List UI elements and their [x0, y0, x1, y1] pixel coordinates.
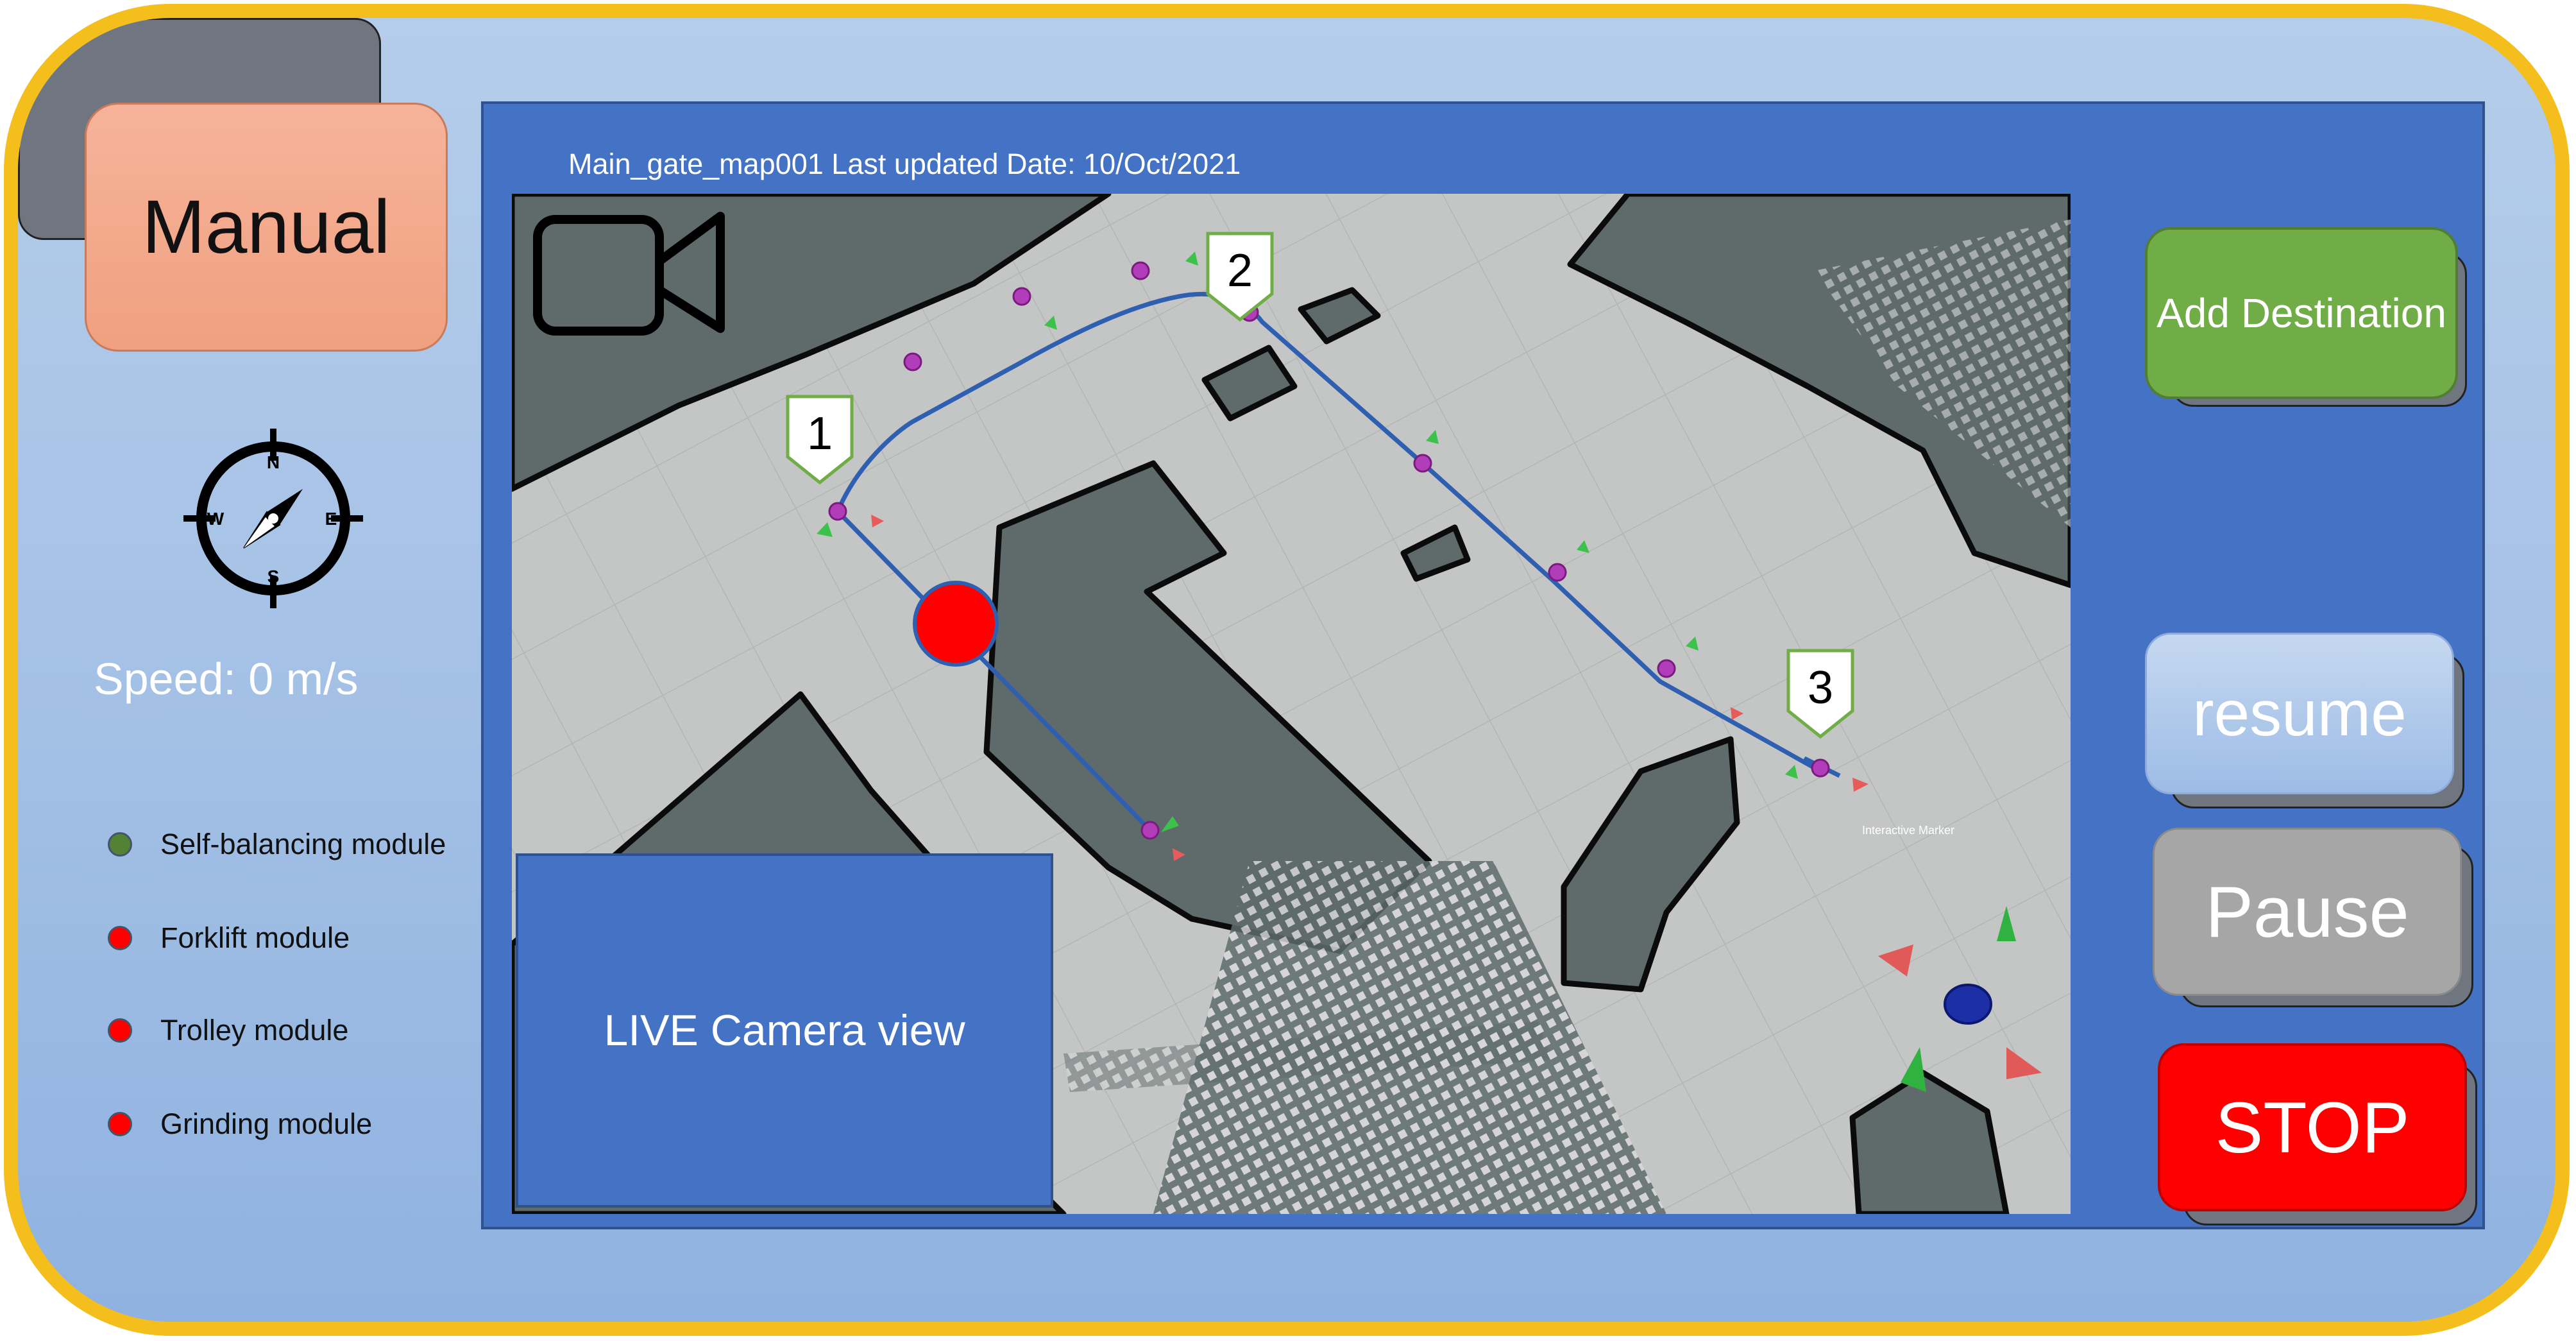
- manual-mode-button[interactable]: Manual: [85, 103, 448, 352]
- module-self-balancing: Self-balancing module: [108, 828, 446, 861]
- speed-readout: Speed: 0 m/s: [94, 654, 359, 704]
- module-label: Forklift module: [160, 921, 350, 954]
- robot-marker: [913, 581, 999, 667]
- status-dot: [108, 832, 132, 857]
- module-forklift: Forklift module: [108, 921, 350, 955]
- status-dot: [108, 926, 132, 950]
- map-title: Main_gate_map001 Last updated Date: 10/O…: [568, 148, 1241, 180]
- svg-text:1: 1: [807, 408, 833, 459]
- add-destination-button[interactable]: Add Destination: [2145, 227, 2458, 399]
- resume-button[interactable]: resume: [2145, 633, 2454, 794]
- compass-west: W: [207, 509, 225, 529]
- module-trolley: Trolley module: [108, 1014, 348, 1047]
- status-dot: [108, 1112, 132, 1136]
- svg-text:2: 2: [1227, 245, 1253, 296]
- pause-button[interactable]: Pause: [2153, 828, 2462, 996]
- module-label: Self-balancing module: [160, 828, 446, 860]
- app-frame: Manual N S E W Speed: 0 m/s Self-balanci…: [4, 4, 2570, 1336]
- module-grinding: Grinding module: [108, 1107, 372, 1141]
- compass-east: E: [325, 509, 337, 529]
- module-label: Grinding module: [160, 1107, 373, 1140]
- live-camera-view[interactable]: LIVE Camera view: [516, 853, 1053, 1208]
- status-dot: [108, 1018, 132, 1043]
- module-label: Trolley module: [160, 1014, 349, 1046]
- compass-north: N: [267, 452, 280, 472]
- compass-icon: N S E W: [183, 429, 363, 608]
- svg-text:3: 3: [1808, 662, 1833, 713]
- interactive-marker-label: Interactive Marker: [1862, 824, 1954, 837]
- stop-button[interactable]: STOP: [2158, 1043, 2467, 1211]
- map-view[interactable]: 1 2 3 Interactive Marker LIVE Camera vie…: [512, 194, 2071, 1214]
- compass-south: S: [267, 567, 280, 586]
